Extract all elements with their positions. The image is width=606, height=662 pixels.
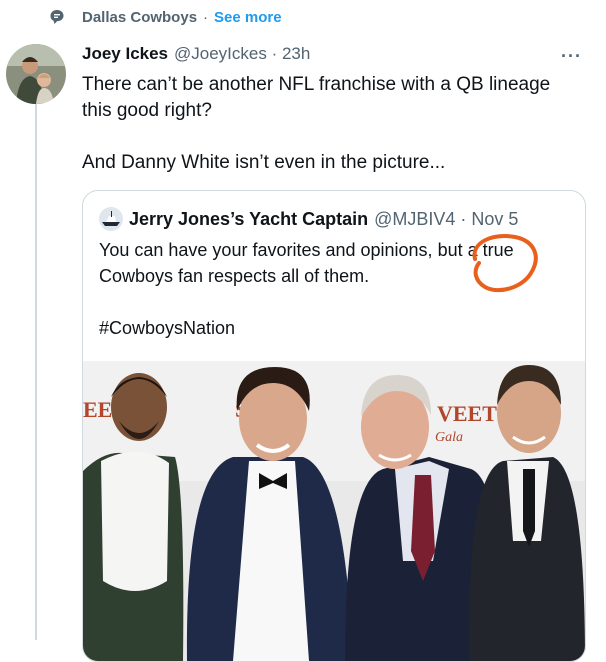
topic-row: Dallas Cowboys · See more [49,6,282,28]
tweet-header: Joey Ickes @JoeyIckes · 23h [82,44,310,64]
hashtag-link[interactable]: #CowboysNation [99,315,569,341]
see-more-link[interactable]: See more [214,9,282,26]
quote-header: Jerry Jones’s Yacht Captain @MJBIV4 · No… [99,207,518,231]
annotation-circle [472,234,538,293]
author-handle[interactable]: @JoeyIckes · 23h [174,44,310,64]
topic-bubble-icon [50,10,64,24]
quote-tweet-card[interactable]: Jerry Jones’s Yacht Captain @MJBIV4 · No… [82,190,586,662]
tweet-line: There can’t be another NFL franchise wit… [82,74,551,95]
topic-separator: · [203,8,209,26]
thread-line [35,104,37,640]
author-name[interactable]: Joey Ickes [82,44,168,64]
backdrop-text-right: VEET [437,401,497,426]
backdrop-text-left: EE [83,397,112,422]
tweet-line: this good right? [82,100,212,121]
quote-author-handle[interactable]: @MJBIV4 · Nov 5 [374,209,518,230]
tweet-text: There can’t be another NFL franchise wit… [82,72,582,176]
more-dots-icon[interactable]: ··· [561,46,582,67]
topic-name[interactable]: Dallas Cowboys [82,9,197,26]
avatar[interactable] [6,44,66,104]
backdrop-text-script: Gala [435,430,463,445]
tweet-line: And Danny White isn’t even in the pictur… [82,152,446,173]
quote-avatar[interactable] [99,207,123,231]
quote-author-name[interactable]: Jerry Jones’s Yacht Captain [129,209,368,230]
quoted-photo[interactable]: EE S VEET Gala [83,361,585,661]
